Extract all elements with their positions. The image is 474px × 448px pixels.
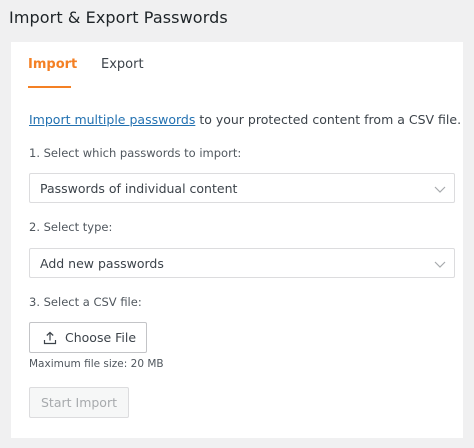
max-file-size-hint: Maximum file size: 20 MB bbox=[29, 358, 164, 370]
import-export-panel: Import Export Import multiple passwords … bbox=[11, 42, 463, 438]
upload-icon bbox=[43, 331, 57, 345]
passwords-source-value: Passwords of individual content bbox=[40, 181, 238, 196]
page-header: Import & Export Passwords bbox=[0, 0, 474, 42]
intro-text: Import multiple passwords to your protec… bbox=[29, 112, 461, 127]
choose-file-label: Choose File bbox=[65, 330, 137, 345]
passwords-source-select[interactable]: Passwords of individual content bbox=[29, 173, 455, 203]
page-title: Import & Export Passwords bbox=[9, 8, 228, 27]
choose-file-button[interactable]: Choose File bbox=[29, 322, 147, 353]
chevron-down-icon bbox=[434, 261, 446, 268]
import-multiple-link[interactable]: Import multiple passwords bbox=[29, 112, 195, 127]
active-tab-indicator bbox=[28, 86, 71, 88]
chevron-down-icon bbox=[434, 186, 446, 193]
start-import-button[interactable]: Start Import bbox=[29, 387, 129, 418]
tab-bar: Import Export bbox=[11, 42, 463, 92]
tab-export[interactable]: Export bbox=[101, 57, 144, 72]
intro-rest-text: to your protected content from a CSV fil… bbox=[195, 112, 462, 127]
step2-label: 2. Select type: bbox=[29, 220, 113, 234]
tab-import[interactable]: Import bbox=[28, 57, 77, 72]
step1-label: 1. Select which passwords to import: bbox=[29, 146, 242, 160]
import-type-select[interactable]: Add new passwords bbox=[29, 248, 455, 278]
import-type-value: Add new passwords bbox=[40, 256, 164, 271]
step3-label: 3. Select a CSV file: bbox=[29, 295, 142, 309]
start-import-label: Start Import bbox=[41, 395, 117, 410]
